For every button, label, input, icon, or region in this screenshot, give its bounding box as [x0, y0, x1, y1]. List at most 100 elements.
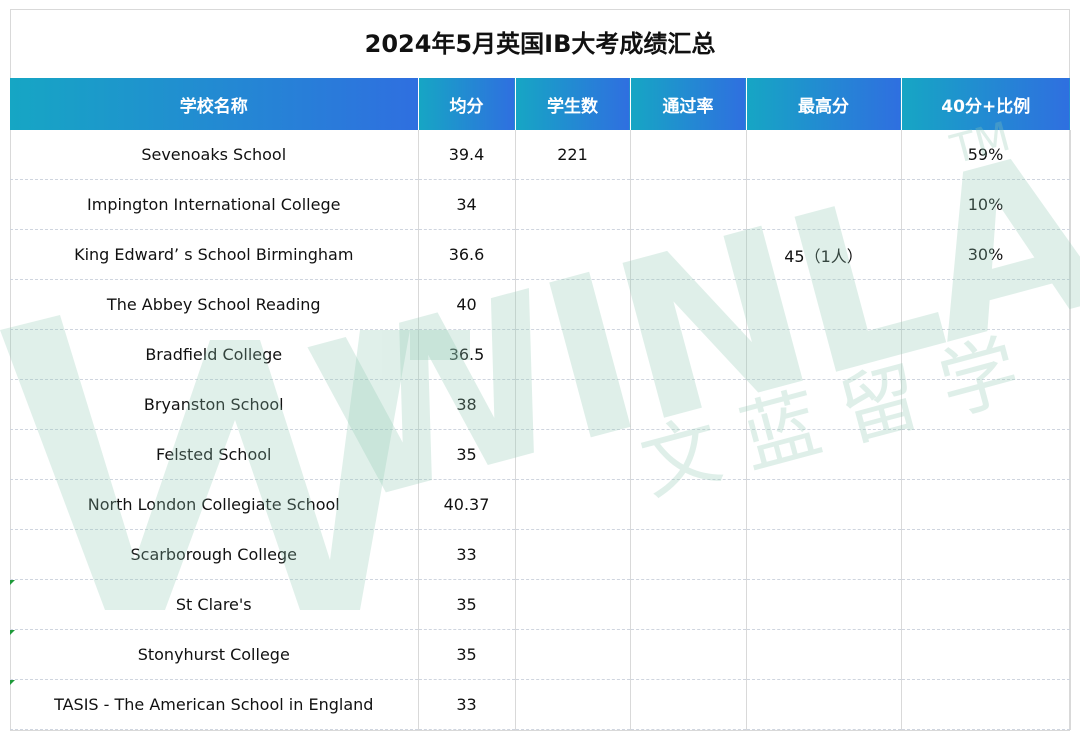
- school-name-text: Stonyhurst College: [137, 645, 290, 664]
- max-score-cell[interactable]: [746, 329, 902, 380]
- max-score-cell[interactable]: [746, 679, 902, 730]
- students-cell[interactable]: [515, 279, 631, 330]
- school-name-cell[interactable]: Bradfield College: [10, 329, 419, 380]
- school-name-cell[interactable]: Stonyhurst College: [10, 629, 419, 680]
- school-name-cell[interactable]: Felsted School: [10, 429, 419, 480]
- average-cell[interactable]: 40: [418, 279, 516, 330]
- students-cell[interactable]: [515, 329, 631, 380]
- table-row: Bryanston School 38: [10, 379, 1071, 430]
- ratio-40-plus-cell[interactable]: [901, 529, 1071, 580]
- table-row: North London Collegiate School 40.37: [10, 479, 1071, 530]
- average-cell[interactable]: 36.5: [418, 329, 516, 380]
- max-score-cell[interactable]: [746, 429, 902, 480]
- pass-rate-cell[interactable]: [630, 179, 747, 230]
- table-row: Sevenoaks School 39.4 221 59%: [10, 130, 1071, 180]
- ratio-40-plus-cell[interactable]: 10%: [901, 179, 1071, 230]
- ratio-40-plus-cell[interactable]: 59%: [901, 130, 1071, 180]
- table-row: Stonyhurst College 35: [10, 629, 1071, 680]
- school-name-text: TASIS - The American School in England: [54, 695, 374, 714]
- pass-rate-cell[interactable]: [630, 329, 747, 380]
- students-cell[interactable]: [515, 229, 631, 280]
- max-score-cell[interactable]: [746, 179, 902, 230]
- max-score-cell[interactable]: [746, 130, 902, 180]
- max-score-cell[interactable]: [746, 479, 902, 530]
- pass-rate-cell[interactable]: [630, 479, 747, 530]
- average-cell[interactable]: 39.4: [418, 130, 516, 180]
- average-cell[interactable]: 38: [418, 379, 516, 430]
- page-title: 2024年5月英国IB大考成绩汇总: [364, 30, 716, 58]
- pass-rate-cell[interactable]: [630, 279, 747, 330]
- average-cell[interactable]: 35: [418, 629, 516, 680]
- school-name-cell[interactable]: Sevenoaks School: [10, 130, 419, 180]
- header-row: 学校名称 均分 学生数 通过率 最高分 40分+比例: [10, 78, 1070, 130]
- students-cell[interactable]: [515, 679, 631, 730]
- students-cell[interactable]: [515, 429, 631, 480]
- average-cell[interactable]: 36.6: [418, 229, 516, 280]
- column-header-school[interactable]: 学校名称: [10, 78, 419, 130]
- average-cell[interactable]: 33: [418, 679, 516, 730]
- column-header-pass-rate[interactable]: 通过率: [630, 78, 747, 130]
- pass-rate-cell[interactable]: [630, 629, 747, 680]
- school-name-cell[interactable]: Bryanston School: [10, 379, 419, 430]
- ratio-40-plus-cell[interactable]: [901, 479, 1071, 530]
- column-header-average[interactable]: 均分: [418, 78, 516, 130]
- comment-flag-icon: [10, 680, 15, 685]
- pass-rate-cell[interactable]: [630, 130, 747, 180]
- table-row: Felsted School 35: [10, 429, 1071, 480]
- pass-rate-cell[interactable]: [630, 379, 747, 430]
- ratio-40-plus-cell[interactable]: 30%: [901, 229, 1071, 280]
- school-name-cell[interactable]: TASIS - The American School in England: [10, 679, 419, 730]
- column-header-max-score[interactable]: 最高分: [746, 78, 902, 130]
- max-score-cell[interactable]: [746, 379, 902, 430]
- ratio-40-plus-cell[interactable]: [901, 279, 1071, 330]
- table-body: Sevenoaks School 39.4 221 59% Impington Inte…: [10, 130, 1071, 730]
- students-cell[interactable]: [515, 629, 631, 680]
- column-header-40-plus-ratio[interactable]: 40分+比例: [901, 78, 1070, 130]
- students-cell[interactable]: [515, 179, 631, 230]
- table-row: Bradfield College 36.5: [10, 329, 1071, 380]
- ratio-40-plus-cell[interactable]: [901, 329, 1071, 380]
- students-cell[interactable]: [515, 529, 631, 580]
- pass-rate-cell[interactable]: [630, 529, 747, 580]
- average-cell[interactable]: 35: [418, 429, 516, 480]
- ratio-40-plus-cell[interactable]: [901, 629, 1071, 680]
- school-name-cell[interactable]: St Clare's: [10, 579, 419, 630]
- table-row: King Edward’ s School Birmingham 36.6 45（1…: [10, 229, 1071, 280]
- table-row: TASIS - The American School in England 33: [10, 679, 1071, 730]
- max-score-cell[interactable]: [746, 279, 902, 330]
- students-cell[interactable]: [515, 579, 631, 630]
- students-cell[interactable]: 221: [515, 130, 631, 180]
- school-name-cell[interactable]: Impington International College: [10, 179, 419, 230]
- average-cell[interactable]: 33: [418, 529, 516, 580]
- ratio-40-plus-cell[interactable]: [901, 379, 1071, 430]
- max-score-cell[interactable]: [746, 529, 902, 580]
- students-cell[interactable]: [515, 379, 631, 430]
- average-cell[interactable]: 40.37: [418, 479, 516, 530]
- column-header-students[interactable]: 学生数: [515, 78, 631, 130]
- ratio-40-plus-cell[interactable]: [901, 579, 1071, 630]
- results-table: 学校名称 均分 学生数 通过率 最高分 40分+比例 Sevenoaks Sch…: [10, 78, 1071, 730]
- table-row: Scarborough College 33: [10, 529, 1071, 580]
- students-cell[interactable]: [515, 479, 631, 530]
- school-name-text: St Clare's: [175, 595, 252, 614]
- school-name-cell[interactable]: The Abbey School Reading: [10, 279, 419, 330]
- table-row: Impington International College 34 10%: [10, 179, 1071, 230]
- average-cell[interactable]: 34: [418, 179, 516, 230]
- pass-rate-cell[interactable]: [630, 679, 747, 730]
- school-name-cell[interactable]: North London Collegiate School: [10, 479, 419, 530]
- average-cell[interactable]: 35: [418, 579, 516, 630]
- pass-rate-cell[interactable]: [630, 229, 747, 280]
- pass-rate-cell[interactable]: [630, 429, 747, 480]
- max-score-cell[interactable]: [746, 579, 902, 630]
- school-name-cell[interactable]: Scarborough College: [10, 529, 419, 580]
- max-score-cell[interactable]: [746, 629, 902, 680]
- results-sheet: 2024年5月英国IB大考成绩汇总 学校名称 均分 学生数 通过率 最高分 40…: [10, 9, 1071, 731]
- table-row: St Clare's 35: [10, 579, 1071, 630]
- pass-rate-cell[interactable]: [630, 579, 747, 630]
- max-score-cell[interactable]: 45（1人）: [746, 229, 902, 280]
- table-row: The Abbey School Reading 40: [10, 279, 1071, 330]
- ratio-40-plus-cell[interactable]: [901, 429, 1071, 480]
- ratio-40-plus-cell[interactable]: [901, 679, 1071, 730]
- comment-flag-icon: [10, 580, 15, 585]
- school-name-cell[interactable]: King Edward’ s School Birmingham: [10, 229, 419, 280]
